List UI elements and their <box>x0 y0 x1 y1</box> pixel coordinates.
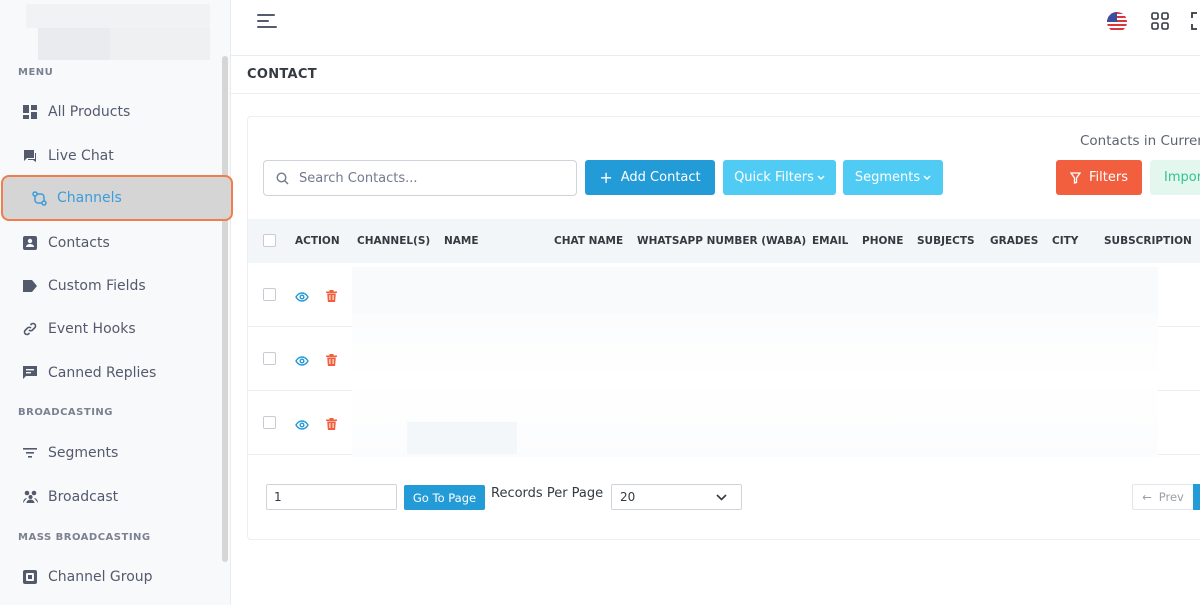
segments-button[interactable]: Segments <box>843 160 943 195</box>
mass-broadcasting-section-title: MASS BROADCASTING <box>18 532 151 543</box>
sidebar-item-label: Canned Replies <box>48 365 157 381</box>
channels-icon <box>31 190 47 206</box>
row-checkbox[interactable] <box>263 416 276 429</box>
sidebar-item-label: Live Chat <box>48 148 114 164</box>
trash-icon[interactable] <box>326 415 337 434</box>
sidebar-item-all-products[interactable]: All Products <box>18 94 228 130</box>
column-header: EMAIL <box>812 235 849 247</box>
column-header: CHANNEL(S) <box>357 235 431 247</box>
sidebar-item-contacts[interactable]: Contacts <box>18 225 228 261</box>
column-header: GRADES <box>990 235 1039 247</box>
trash-icon[interactable] <box>326 351 337 370</box>
sidebar-item-label: Channels <box>57 190 122 206</box>
contacts-in-current-label: Contacts in Curren <box>1080 133 1200 149</box>
grid-icon <box>22 104 38 120</box>
message-icon <box>22 365 38 381</box>
column-header: SUBJECTS <box>917 235 975 247</box>
search-box[interactable] <box>263 160 577 196</box>
quick-filters-button[interactable]: Quick Filters <box>723 160 836 195</box>
prev-page-button[interactable]: ← Prev <box>1132 484 1194 510</box>
column-header: ACTION <box>295 235 340 247</box>
menu-toggle-icon[interactable] <box>257 14 279 30</box>
eye-icon[interactable] <box>295 415 309 434</box>
filters-button[interactable]: Filters <box>1056 160 1142 195</box>
search-input[interactable] <box>299 170 559 186</box>
sidebar-item-label: Broadcast <box>48 489 119 505</box>
add-contact-button[interactable]: + Add Contact <box>585 160 715 195</box>
page-title-bar: CONTACT <box>231 56 1200 94</box>
row-checkbox[interactable] <box>263 288 276 301</box>
eye-icon[interactable] <box>295 351 309 370</box>
column-header: SUBSCRIPTION <box>1104 235 1192 247</box>
select-all-checkbox[interactable] <box>263 234 276 247</box>
column-header: NAME <box>444 235 479 247</box>
top-header <box>231 0 1200 56</box>
chevron-down-icon <box>817 175 825 181</box>
sidebar-item-canned-replies[interactable]: Canned Replies <box>18 355 228 391</box>
filter-lines-icon <box>22 445 38 461</box>
apps-grid-icon[interactable] <box>1151 12 1169 30</box>
chevron-down-icon <box>716 493 727 501</box>
sidebar-item-label: All Products <box>48 104 131 120</box>
tag-icon <box>22 278 38 294</box>
search-icon <box>276 171 289 185</box>
app-logo <box>26 4 210 60</box>
broadcasting-section-title: BROADCASTING <box>18 407 113 418</box>
row-checkbox[interactable] <box>263 352 276 365</box>
column-header: PHONE <box>862 235 904 247</box>
sidebar-item-event-hooks[interactable]: Event Hooks <box>18 311 228 347</box>
sidebar: MENU All Products Live Chat Channels Con… <box>0 0 233 605</box>
sidebar-item-label: Segments <box>48 445 119 461</box>
sidebar-item-channels[interactable]: Channels <box>1 175 233 221</box>
trash-icon[interactable] <box>326 287 337 306</box>
sidebar-item-label: Event Hooks <box>48 321 136 337</box>
contacts-card: Contacts in Curren + Add Contact Quick F… <box>247 116 1200 540</box>
import-button[interactable]: Impor <box>1150 160 1200 195</box>
redacted-row-content <box>352 267 1158 457</box>
next-page-button[interactable] <box>1193 484 1200 510</box>
column-header: CHAT NAME <box>554 235 624 247</box>
eye-icon[interactable] <box>295 287 309 306</box>
chat-icon <box>22 148 38 164</box>
fullscreen-icon[interactable] <box>1191 12 1200 30</box>
column-header: CITY <box>1052 235 1079 247</box>
sidebar-item-segments[interactable]: Segments <box>18 435 228 471</box>
link-icon <box>22 321 38 337</box>
sidebar-item-broadcast[interactable]: Broadcast <box>18 479 228 515</box>
chevron-down-icon <box>923 175 931 181</box>
menu-section-title: MENU <box>18 67 54 78</box>
users-icon <box>22 489 38 505</box>
sidebar-item-channel-group[interactable]: Channel Group <box>18 559 228 595</box>
sidebar-item-label: Custom Fields <box>48 278 146 294</box>
arrow-left-icon: ← <box>1142 490 1152 504</box>
sidebar-item-live-chat[interactable]: Live Chat <box>18 138 228 174</box>
records-per-page-select[interactable]: 20 <box>611 484 742 510</box>
column-header: WHATSAPP NUMBER (WABA) <box>637 235 807 247</box>
sidebar-item-custom-fields[interactable]: Custom Fields <box>18 268 228 304</box>
table-header: ACTION CHANNEL(S) NAME CHAT NAME WHATSAP… <box>248 219 1200 263</box>
us-flag-icon[interactable] <box>1107 12 1127 32</box>
plus-icon: + <box>599 167 613 187</box>
contact-card-icon <box>22 235 38 251</box>
sidebar-item-label: Channel Group <box>48 569 153 585</box>
page-title: CONTACT <box>247 67 317 82</box>
go-to-page-button[interactable]: Go To Page <box>404 485 485 510</box>
page-number-input[interactable] <box>266 484 397 510</box>
funnel-icon <box>1070 171 1082 184</box>
records-per-page-label: Records Per Page <box>491 486 604 501</box>
sidebar-item-label: Contacts <box>48 235 110 251</box>
group-icon <box>22 569 38 585</box>
